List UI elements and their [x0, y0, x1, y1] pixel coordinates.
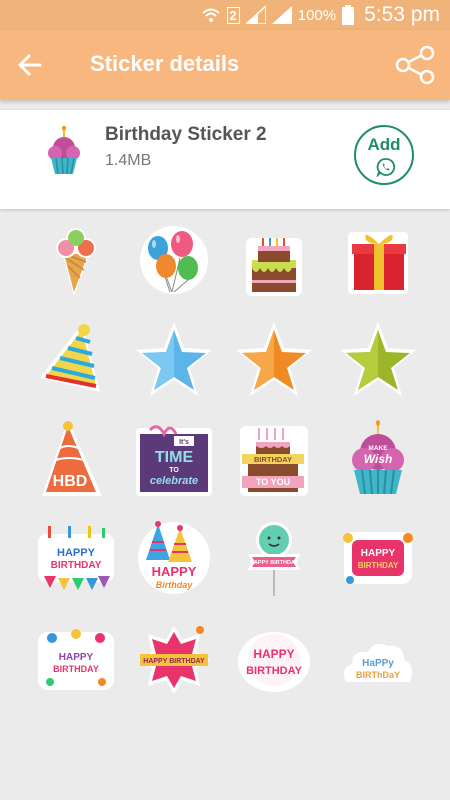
- balloons-icon: [140, 226, 208, 294]
- happy-birthday-cupcakes-icon: HAPPY BIRTHDAY: [38, 629, 114, 690]
- cake-banner-1: BIRTHDAY: [254, 455, 292, 464]
- orange-star-icon: [236, 322, 312, 396]
- signal-icon-2: [271, 6, 292, 24]
- hb5-text: HAPPY BIRTHDAY: [143, 658, 205, 665]
- hb3-line2: BIRTHDAY: [358, 561, 399, 570]
- sticker-happy-birthday-5[interactable]: HAPPY BIRTHDAY: [136, 622, 212, 698]
- battery-icon: [342, 5, 355, 25]
- sticker-happy-birthday-balloon[interactable]: HAPPY BIRTHDAY: [236, 520, 312, 596]
- make-a-wish-cupcake-icon: MAKE Wish: [352, 420, 404, 495]
- happy-birthday-pastel-cloud-icon: HaPPy BIRThDaY: [344, 644, 412, 682]
- sticker-birthday-cake[interactable]: BIRTHDAY TO YOU: [236, 420, 312, 496]
- add-to-whatsapp-button[interactable]: Add: [354, 125, 414, 185]
- birthday-cake-icon: BIRTHDAY TO YOU: [240, 426, 308, 496]
- battery-percent: 100%: [297, 6, 337, 24]
- sticker-happy-birthday-1[interactable]: HAPPY BIRTHDAY: [38, 520, 114, 596]
- sticker-balloons[interactable]: [136, 222, 212, 298]
- cupcake-icon: [48, 126, 80, 175]
- cake-banner-2: TO YOU: [256, 477, 290, 487]
- happy-birthday-bunting-icon: HAPPY BIRTHDAY: [38, 526, 114, 590]
- pack-size: 1.4MB: [105, 152, 152, 169]
- sticker-happy-birthday-7[interactable]: HaPPy BIRThDaY: [340, 622, 416, 698]
- hb7-line2: BIRThDaY: [356, 670, 400, 680]
- hb3-line1: HAPPY: [361, 548, 396, 559]
- wifi-icon: [201, 8, 220, 22]
- sticker-party-hat[interactable]: [38, 322, 114, 398]
- blue-star-icon: [136, 322, 212, 396]
- sim-indicator: 2: [226, 6, 240, 24]
- wish-text: Wish: [364, 452, 393, 466]
- hb2-line1: HAPPY: [152, 564, 197, 579]
- sticker-happy-birthday-4[interactable]: HAPPY BIRTHDAY: [38, 622, 114, 698]
- share-button[interactable]: [393, 45, 437, 85]
- sticker-orange-star[interactable]: [236, 322, 312, 398]
- hbd-hat-icon: HBD: [42, 420, 102, 496]
- hb2-line2: Birthday: [156, 580, 194, 590]
- status-bar: 2 100% 5:53 pm: [0, 0, 450, 30]
- back-button[interactable]: [14, 51, 46, 79]
- time-to-celebrate-icon: It's TIME TO celebrate: [136, 425, 212, 496]
- hb7-line1: HaPPy: [362, 658, 394, 669]
- add-label: Add: [367, 135, 401, 154]
- hb1-line2: BIRTHDAY: [51, 560, 102, 571]
- layer-cake-icon: [246, 238, 302, 296]
- balloon-banner: HAPPY BIRTHDAY: [250, 560, 299, 566]
- pack-info-card: Birthday Sticker 2 1.4MB Add: [0, 110, 450, 209]
- to-text: TO: [169, 467, 179, 474]
- arrow-back-icon: [18, 54, 42, 76]
- sticker-green-star[interactable]: [340, 322, 416, 398]
- sticker-blue-star[interactable]: [136, 322, 212, 398]
- sticker-time-to-celebrate[interactable]: It's TIME TO celebrate: [136, 420, 212, 496]
- sticker-ice-cream[interactable]: [38, 222, 114, 298]
- sticker-layer-cake[interactable]: [236, 222, 312, 298]
- hb4-line1: HAPPY: [59, 652, 94, 663]
- make-text: MAKE: [368, 445, 388, 452]
- time-text: TIME: [155, 449, 194, 466]
- whatsapp-icon: [376, 158, 396, 177]
- hb1-line1: HAPPY: [57, 547, 96, 559]
- hb4-line2: BIRTHDAY: [53, 664, 99, 674]
- gift-box-icon: [348, 232, 408, 294]
- page-title: Sticker details: [90, 51, 240, 76]
- green-star-icon: [340, 322, 416, 396]
- happy-birthday-badge-icon: HAPPY BIRTHDAY: [343, 532, 413, 584]
- clock: 5:53 pm: [364, 3, 440, 26]
- share-icon: [395, 45, 435, 85]
- ice-cream-icon: [56, 228, 96, 296]
- sticker-happy-birthday-6[interactable]: HAPPY BIRTHDAY: [236, 622, 312, 698]
- app-bar: Sticker details: [0, 30, 450, 100]
- sticker-happy-birthday-3[interactable]: HAPPY BIRTHDAY: [340, 520, 416, 596]
- hb6-line2: BIRTHDAY: [246, 665, 302, 677]
- happy-birthday-hats-icon: HAPPY Birthday: [138, 521, 210, 594]
- hb6-line1: HAPPY: [253, 647, 294, 661]
- sticker-make-a-wish-cupcake[interactable]: MAKE Wish: [340, 420, 416, 496]
- happy-birthday-cloud-icon: HAPPY BIRTHDAY: [238, 632, 310, 692]
- sticker-grid: HBD It's TIME TO celebrate BIRTHDAY TO Y…: [0, 210, 450, 800]
- signal-icon-1: [245, 6, 266, 24]
- pack-name: Birthday Sticker 2: [105, 124, 267, 145]
- hbd-text: HBD: [53, 473, 88, 490]
- sticker-hbd-hat[interactable]: HBD: [38, 420, 114, 496]
- happy-birthday-starburst-icon: HAPPY BIRTHDAY: [138, 626, 210, 694]
- its-text: It's: [179, 439, 189, 446]
- celebrate-text: celebrate: [150, 475, 198, 487]
- sticker-happy-birthday-2[interactable]: HAPPY Birthday: [136, 520, 212, 596]
- sticker-gift-box[interactable]: [340, 222, 416, 298]
- smiley-balloon-icon: HAPPY BIRTHDAY: [248, 522, 300, 596]
- party-hat-icon: [40, 324, 100, 392]
